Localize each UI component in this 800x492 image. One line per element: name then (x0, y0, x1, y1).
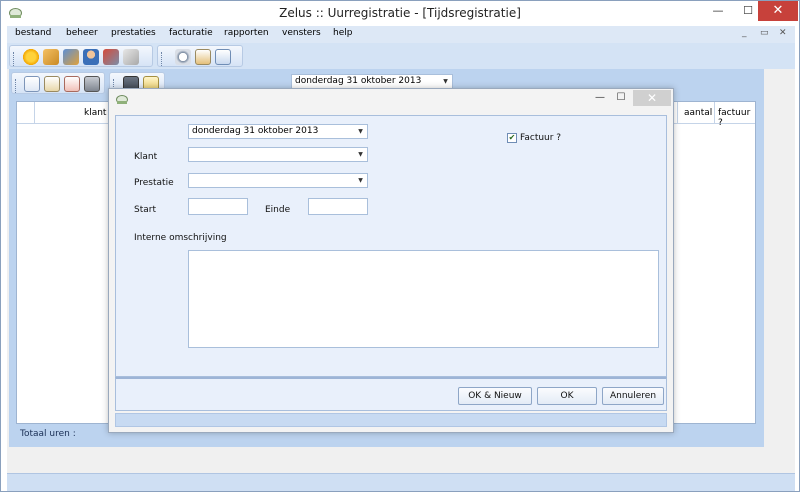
column-header-klant[interactable]: klant (84, 108, 106, 118)
factuur-checkbox[interactable]: ✔ (507, 133, 517, 143)
dialog-app-icon (116, 95, 128, 104)
column-header-factuur[interactable]: factuur ? (718, 108, 755, 128)
sun-icon[interactable] (23, 49, 39, 65)
status-bar (7, 473, 795, 491)
mdi-close-button[interactable]: ✕ (779, 28, 787, 38)
edit-entry-icon[interactable] (44, 76, 60, 92)
grid-column-divider (714, 102, 715, 124)
date-picker[interactable]: donderdag 31 oktober 2013 ▼ (291, 74, 453, 89)
package-icon[interactable] (123, 49, 139, 65)
menu-bar: bestand beheer prestaties facturatie rap… (7, 26, 795, 43)
dialog-date-value: donderdag 31 oktober 2013 (192, 126, 319, 136)
einde-time-input[interactable] (308, 198, 368, 215)
minimize-button[interactable]: — (703, 1, 733, 21)
users-icon[interactable] (63, 49, 79, 65)
annuleren-button[interactable]: Annuleren (602, 387, 664, 405)
main-toolbar (7, 43, 795, 69)
einde-label: Einde (265, 205, 291, 215)
chevron-down-icon[interactable]: ▼ (355, 175, 366, 186)
interne-omschrijving-label: Interne omschrijving (134, 233, 227, 243)
toolbar-grip[interactable] (13, 52, 16, 66)
dialog-status-bar (115, 413, 667, 427)
dialog-title-bar: — ☐ ✕ (109, 89, 673, 111)
print-icon[interactable] (84, 76, 100, 92)
toolbar-grip[interactable] (15, 79, 18, 93)
start-time-input[interactable] (188, 198, 248, 215)
chevron-down-icon[interactable]: ▼ (355, 149, 366, 160)
toolbar-group-main (9, 45, 153, 67)
report-icon[interactable] (195, 49, 211, 65)
menu-beheer[interactable]: beheer (66, 28, 98, 38)
close-button[interactable]: ✕ (758, 1, 798, 21)
klant-combobox[interactable]: ▼ (188, 147, 368, 162)
clock-icon[interactable] (175, 49, 191, 65)
dialog-button-bar: OK & Nieuw OK Annuleren (115, 377, 667, 411)
edit-icon[interactable] (43, 49, 59, 65)
start-label: Start (134, 205, 156, 215)
dialog-date-picker[interactable]: donderdag 31 oktober 2013 ▼ (188, 124, 368, 139)
grid-column-divider (677, 102, 678, 124)
ok-nieuw-button[interactable]: OK & Nieuw (458, 387, 532, 405)
delete-entry-icon[interactable] (64, 76, 80, 92)
chevron-down-icon[interactable]: ▼ (355, 126, 366, 137)
grid-column-divider (34, 102, 35, 124)
window-title: Zelus :: Uurregistratie - [Tijdsregistra… (279, 6, 521, 20)
user-icon[interactable] (83, 49, 99, 65)
tools-icon[interactable] (103, 49, 119, 65)
toolbar-group-reports (157, 45, 243, 67)
dialog-minimize-button[interactable]: — (591, 90, 609, 106)
menu-bestand[interactable]: bestand (15, 28, 51, 38)
interne-omschrijving-textarea[interactable] (188, 250, 659, 348)
klant-label: Klant (134, 152, 158, 162)
dialog-maximize-button[interactable]: ☐ (612, 90, 630, 106)
date-picker-value: donderdag 31 oktober 2013 (295, 76, 422, 86)
title-bar: Zelus :: Uurregistratie - [Tijdsregistra… (1, 1, 799, 27)
factuur-label: Factuur ? (520, 133, 562, 143)
menu-help[interactable]: help (333, 28, 352, 38)
mdi-restore-button[interactable]: ▭ (760, 28, 769, 38)
child-toolbar-group-entries (11, 72, 105, 94)
dialog-close-button[interactable]: ✕ (633, 90, 671, 106)
chevron-down-icon[interactable]: ▼ (440, 76, 451, 87)
prestatie-combobox[interactable]: ▼ (188, 173, 368, 188)
menu-vensters[interactable]: vensters (282, 28, 321, 38)
menu-rapporten[interactable]: rapporten (224, 28, 269, 38)
menu-facturatie[interactable]: facturatie (169, 28, 213, 38)
application-window: Zelus :: Uurregistratie - [Tijdsregistra… (0, 0, 800, 492)
registration-dialog: — ☐ ✕ donderdag 31 oktober 2013 ▼ ✔ Fact… (108, 88, 674, 433)
menu-prestaties[interactable]: prestaties (111, 28, 156, 38)
document-icon[interactable] (215, 49, 231, 65)
dialog-form: donderdag 31 oktober 2013 ▼ ✔ Factuur ? … (115, 115, 667, 377)
prestatie-label: Prestatie (134, 178, 174, 188)
ok-button[interactable]: OK (537, 387, 597, 405)
mdi-minimize-button[interactable]: _ (742, 28, 747, 38)
column-header-aantal[interactable]: aantal (684, 108, 712, 118)
toolbar-grip[interactable] (161, 52, 164, 66)
add-entry-icon[interactable] (24, 76, 40, 92)
